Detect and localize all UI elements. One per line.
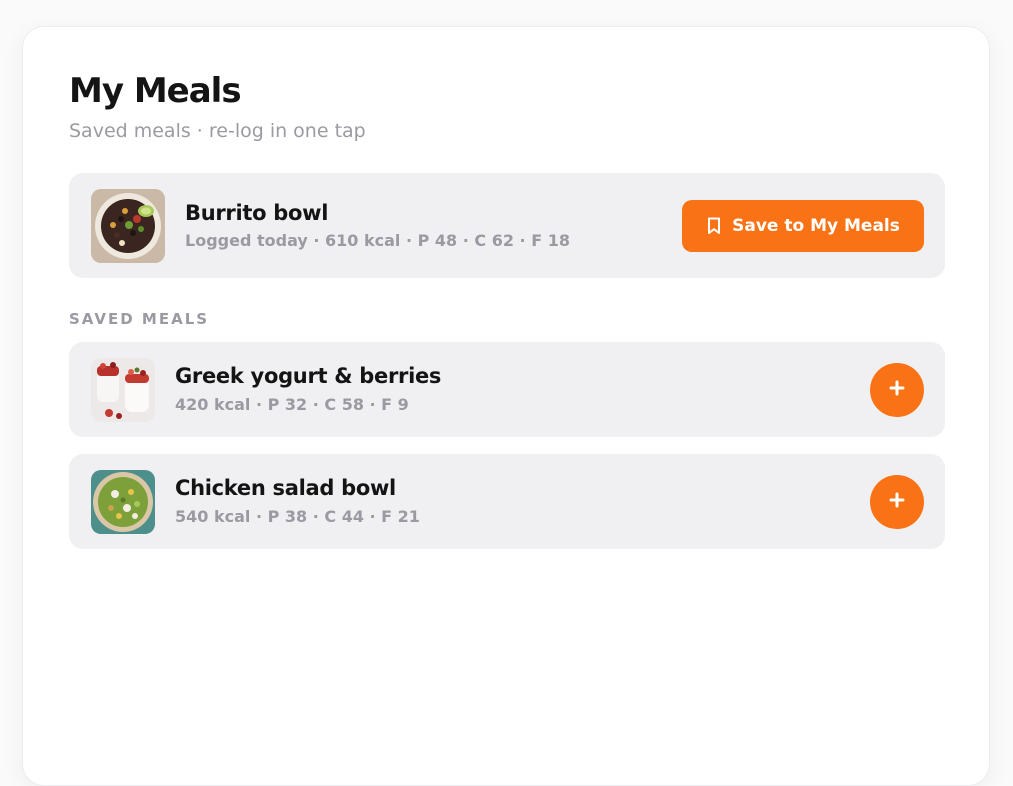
saved-meal-meta: 420 kcal · P 32 · C 58 · F 9 (175, 395, 409, 414)
page-title: My Meals (69, 71, 242, 111)
current-meal-name: Burrito bowl (185, 201, 329, 225)
plus-icon (889, 380, 905, 400)
burrito-bowl-photo (91, 189, 165, 263)
plus-icon (889, 492, 905, 512)
current-meal-meta: Logged today · 610 kcal · P 48 · C 62 · … (185, 231, 570, 250)
add-chicken-salad-button[interactable] (870, 475, 924, 529)
add-greek-yogurt-button[interactable] (870, 363, 924, 417)
saved-meal-name: Chicken salad bowl (175, 476, 396, 500)
save-button-label: Save to My Meals (732, 216, 900, 236)
page-subtitle: Saved meals · re-log in one tap (69, 120, 366, 142)
saved-meals-heading: SAVED MEALS (69, 310, 210, 328)
saved-meal-row: Chicken salad bowl 540 kcal · P 38 · C 4… (69, 454, 945, 549)
save-to-my-meals-button[interactable]: Save to My Meals (682, 200, 924, 252)
saved-meal-meta: 540 kcal · P 38 · C 44 · F 21 (175, 507, 420, 526)
saved-meal-name: Greek yogurt & berries (175, 364, 442, 388)
my-meals-card: My Meals Saved meals · re-log in one tap (22, 26, 990, 786)
current-meal-card: Burrito bowl Logged today · 610 kcal · P… (69, 173, 945, 278)
greek-yogurt-photo (91, 358, 155, 422)
bookmark-icon (706, 217, 722, 235)
chicken-salad-photo (91, 470, 155, 534)
saved-meal-row: Greek yogurt & berries 420 kcal · P 32 ·… (69, 342, 945, 437)
